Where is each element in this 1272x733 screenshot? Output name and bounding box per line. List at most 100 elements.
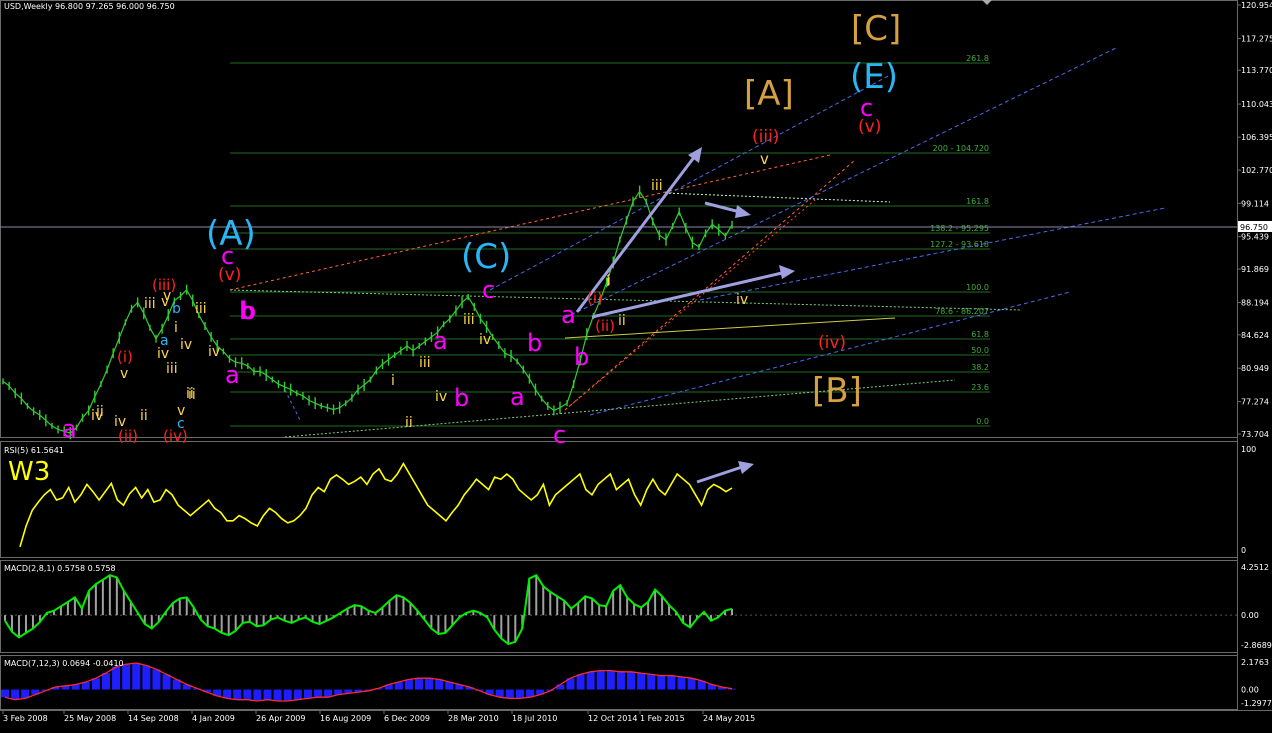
trend-lines <box>0 46 1237 438</box>
wave-label: ii <box>188 387 196 403</box>
wave-label: i <box>174 320 178 336</box>
wave-label: (C) <box>461 237 511 277</box>
wave-label: ii <box>96 404 104 420</box>
wave-label: [A] <box>744 74 794 114</box>
macd2-axis-label: 2.1763 <box>1241 658 1269 667</box>
macd2-hist-bar <box>283 689 292 701</box>
macd2-hist-bar <box>233 689 242 700</box>
wave-label: iv <box>479 332 491 348</box>
chart-shift-icon[interactable] <box>982 0 992 5</box>
wave-label: c <box>482 276 495 304</box>
price-axis-label: 120.954 <box>1241 1 1272 10</box>
wave-label: ii <box>140 408 148 424</box>
wave-label: b <box>574 343 589 371</box>
rsi-axis-label: 0 <box>1241 546 1246 555</box>
macd2-hist-bar <box>243 689 252 700</box>
rsi-line <box>19 462 733 548</box>
wave-label: a <box>510 383 525 411</box>
price-axis-label: 80.949 <box>1241 364 1269 373</box>
wave-label: (v) <box>218 265 241 285</box>
fib-level-label: 61.8 <box>971 330 989 339</box>
wave-label: a <box>433 327 448 355</box>
time-axis-label: 12 Oct 2014 <box>588 714 637 723</box>
macd2-hist-bar <box>627 671 636 690</box>
time-axis-label: 14 Sep 2008 <box>128 714 179 723</box>
macd2-hist-bar <box>647 674 656 690</box>
fib-level-label: 0.0 <box>976 417 989 426</box>
wave-label: c <box>177 416 185 432</box>
macd1-line <box>4 573 733 646</box>
wave-label: v <box>120 366 128 382</box>
fib-level-label: 38.2 <box>971 363 989 372</box>
wave-label: iv <box>157 346 169 362</box>
wave-label: b <box>454 384 469 412</box>
wave-label: (E) <box>850 57 898 97</box>
macd2-hist-bar <box>122 664 131 690</box>
macd1-axis-label: -2.8689 <box>1241 641 1272 650</box>
macd2-axis-label: -1.2977 <box>1241 699 1272 708</box>
macd2-hist-bar <box>263 689 272 700</box>
wave-label: iii <box>195 301 207 317</box>
fibonacci-levels: 261.8 200 - 104.720 161.8 138.2 - 95.295 127… <box>230 54 990 427</box>
macd2-axis-label: 0.00 <box>1241 686 1259 695</box>
wave-label: (ii) <box>118 427 138 445</box>
price-axis-label: 91.869 <box>1241 265 1269 274</box>
indicators <box>0 462 1237 702</box>
fib-level-label: 261.8 <box>966 54 989 63</box>
fib-level-label: 50.0 <box>971 346 989 355</box>
price-axis-label: 99.114 <box>1241 199 1269 208</box>
wave-label: v <box>163 288 171 304</box>
wave-label: iii <box>651 178 663 194</box>
chart-window: 261.8 200 - 104.720 161.8 138.2 - 95.295 127… <box>0 0 1272 729</box>
macd2-hist-bar <box>667 675 676 690</box>
macd2-hist-bar <box>596 670 605 690</box>
chart-canvas[interactable]: 261.8 200 - 104.720 161.8 138.2 - 95.295 127… <box>0 0 1272 729</box>
rsi-panel <box>0 441 1238 558</box>
macd2-hist-bar <box>687 678 696 690</box>
macd2-hist-bar <box>1 689 9 698</box>
price-axis-label: 102.770 <box>1241 166 1272 175</box>
wave-label: iii <box>144 296 156 312</box>
time-axis-label: 4 Jan 2009 <box>192 714 235 723</box>
macd1-header: MACD(2,8,1) 0.5758 0.5758 <box>4 564 116 573</box>
price-axis-label: 113.770 <box>1241 66 1272 75</box>
wave-label: (iv) <box>818 333 846 353</box>
wave-label: iv <box>180 337 192 353</box>
time-axis-label: 18 Jul 2010 <box>512 714 557 723</box>
price-axis-label: 77.274 <box>1241 398 1269 407</box>
fib-level-label: 138.2 - 95.295 <box>930 224 989 233</box>
wave-label: b <box>241 297 256 325</box>
macd2-hist-bar <box>425 678 434 690</box>
time-axis-label: 6 Dec 2009 <box>384 714 430 723</box>
wave-label: a <box>62 415 77 443</box>
chart-header: USD,Weekly 96.800 97.265 96.000 96.750 <box>4 2 175 11</box>
time-axis-label: 3 Feb 2008 <box>3 714 48 723</box>
fib-level-label: 161.8 <box>966 197 989 206</box>
rsi-header: RSI(5) 61.5641 <box>4 446 64 455</box>
wave-label: i <box>607 273 611 289</box>
wave-label: [B] <box>812 371 862 411</box>
fib-level-label: 100.0 <box>966 283 989 292</box>
price-axis-label: 95.439 <box>1241 233 1269 242</box>
wave-label: iv <box>208 344 220 360</box>
macd2-hist-bar <box>253 689 262 701</box>
wave-label: (v) <box>858 117 881 137</box>
wave-label: ii <box>618 313 626 329</box>
wave-label: (iii) <box>752 127 779 147</box>
rsi-axis-label: 100 <box>1241 445 1256 454</box>
wave-label: a <box>225 361 240 389</box>
macd2-hist-bar <box>11 689 20 700</box>
macd2-hist-bar <box>404 679 413 690</box>
macd2-hist-bar <box>606 670 615 690</box>
wave-label: iii <box>419 355 431 371</box>
fib-level-label: 127.2 - 93.618 <box>930 240 989 249</box>
rsi-annotation: W3 <box>8 457 50 487</box>
macd2-hist-bar <box>414 678 423 690</box>
wave-label: a <box>561 301 576 329</box>
wave-label: (ii) <box>595 317 615 335</box>
wave-label: (i) <box>117 348 133 366</box>
price-axis-label: 73.704 <box>1241 430 1269 439</box>
macd2-hist-bar <box>616 671 625 690</box>
macd2-hist-bar <box>505 689 514 699</box>
fib-level-label: 23.6 <box>971 383 989 392</box>
